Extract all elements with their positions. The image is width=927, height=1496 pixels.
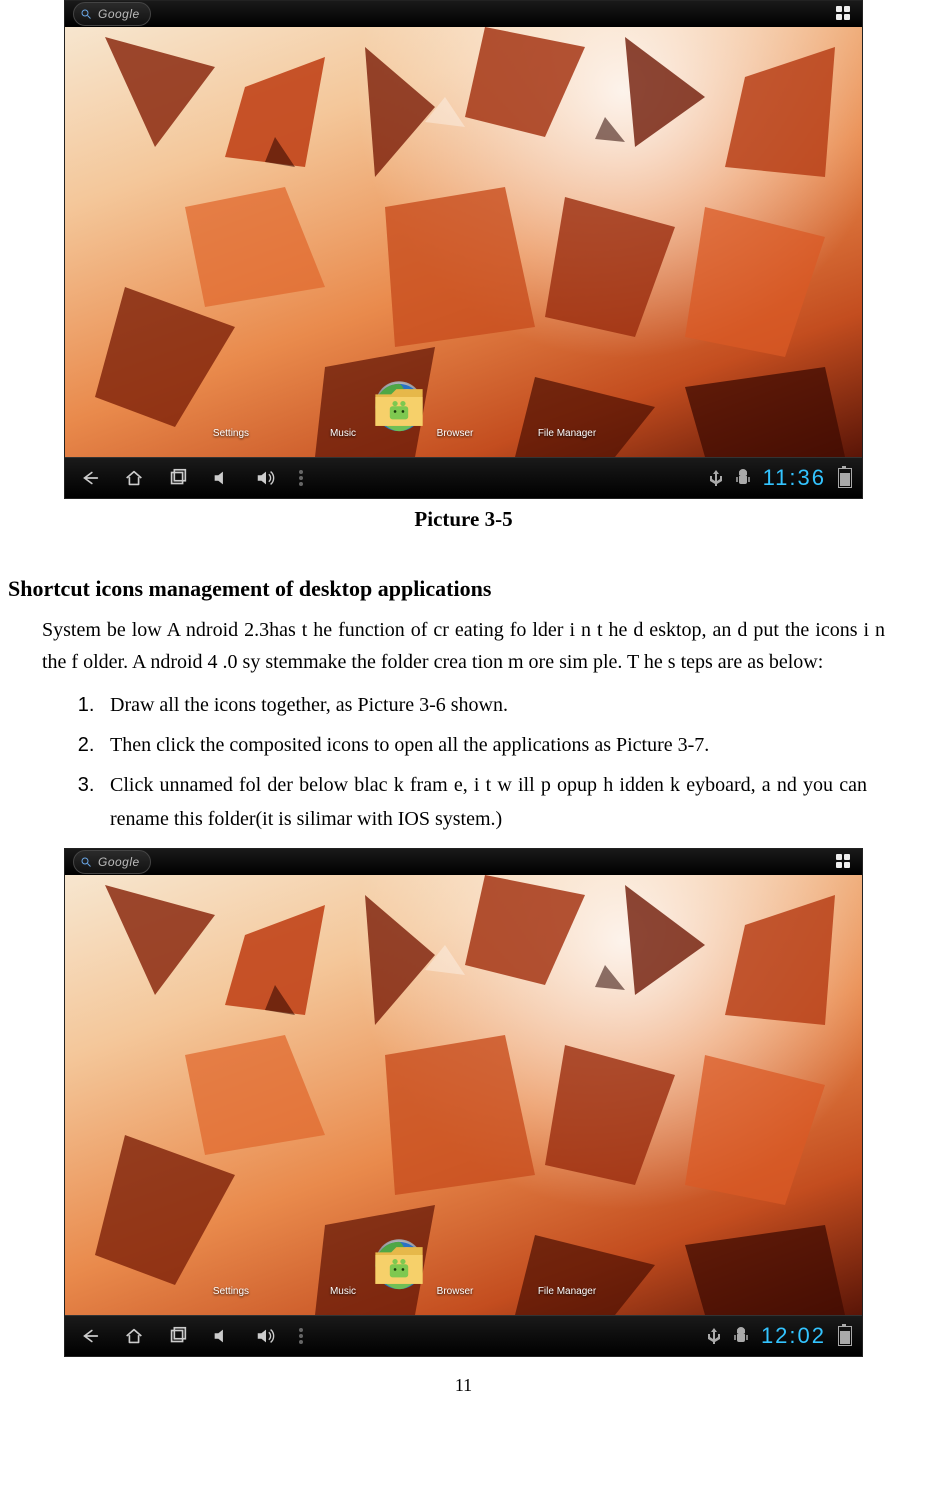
intro-paragraph: System be low A ndroid 2.3has t he funct… [42, 614, 885, 678]
back-icon[interactable] [79, 467, 101, 489]
volume-down-icon[interactable] [211, 1325, 233, 1347]
home-app-row: Settings Music [195, 376, 603, 439]
app-shortcut-filemanager[interactable]: File Manager [531, 1234, 603, 1297]
home-wallpaper: Settings Music [65, 27, 862, 457]
google-search-chip[interactable]: Google [73, 850, 151, 874]
file-manager-icon [543, 376, 591, 424]
home-wallpaper: Settings Music [65, 875, 862, 1315]
search-icon [80, 8, 92, 20]
status-bar: Google [65, 1, 862, 27]
overflow-menu-icon[interactable] [299, 476, 303, 480]
system-navigation-bar: 12:02 [65, 1315, 862, 1356]
figure-caption-3-5: Picture 3-5 [0, 507, 927, 532]
google-search-label: Google [98, 855, 140, 869]
clock-text: 12:02 [761, 1323, 826, 1349]
section-heading: Shortcut icons management of desktop app… [8, 576, 927, 602]
home-app-row: Settings Music [195, 1234, 603, 1297]
recent-apps-icon[interactable] [167, 467, 189, 489]
recent-apps-icon[interactable] [167, 1325, 189, 1347]
battery-icon [838, 1326, 852, 1346]
app-drawer-icon[interactable] [836, 854, 852, 870]
android-debug-icon [735, 469, 751, 487]
usb-indicator-icon [709, 469, 723, 487]
list-item: Draw all the icons together, as Picture … [100, 688, 867, 722]
screenshot-picture-3-6: Google [64, 848, 863, 1357]
system-navigation-bar: 11:36 [65, 457, 862, 498]
usb-indicator-icon [707, 1327, 721, 1345]
app-shortcut-filemanager[interactable]: File Manager [531, 376, 603, 439]
file-manager-icon [543, 1234, 591, 1282]
volume-down-icon[interactable] [211, 467, 233, 489]
search-icon [80, 856, 92, 868]
google-search-label: Google [98, 7, 140, 21]
home-icon[interactable] [123, 1325, 145, 1347]
volume-up-icon[interactable] [255, 467, 277, 489]
battery-icon [838, 468, 852, 488]
steps-list: Draw all the icons together, as Picture … [60, 688, 867, 836]
home-icon[interactable] [123, 467, 145, 489]
clock-text: 11:36 [763, 465, 826, 491]
overflow-menu-icon[interactable] [299, 1334, 303, 1338]
back-icon[interactable] [79, 1325, 101, 1347]
list-item: Click unnamed fol der below blac k fram … [100, 768, 867, 836]
volume-up-icon[interactable] [255, 1325, 277, 1347]
status-bar: Google [65, 849, 862, 875]
list-item: Then click the composited icons to open … [100, 728, 867, 762]
android-debug-icon [733, 1327, 749, 1345]
google-search-chip[interactable]: Google [73, 2, 151, 26]
app-drawer-icon[interactable] [836, 6, 852, 22]
page-number: 11 [0, 1375, 927, 1396]
screenshot-picture-3-5: Google [64, 0, 863, 499]
